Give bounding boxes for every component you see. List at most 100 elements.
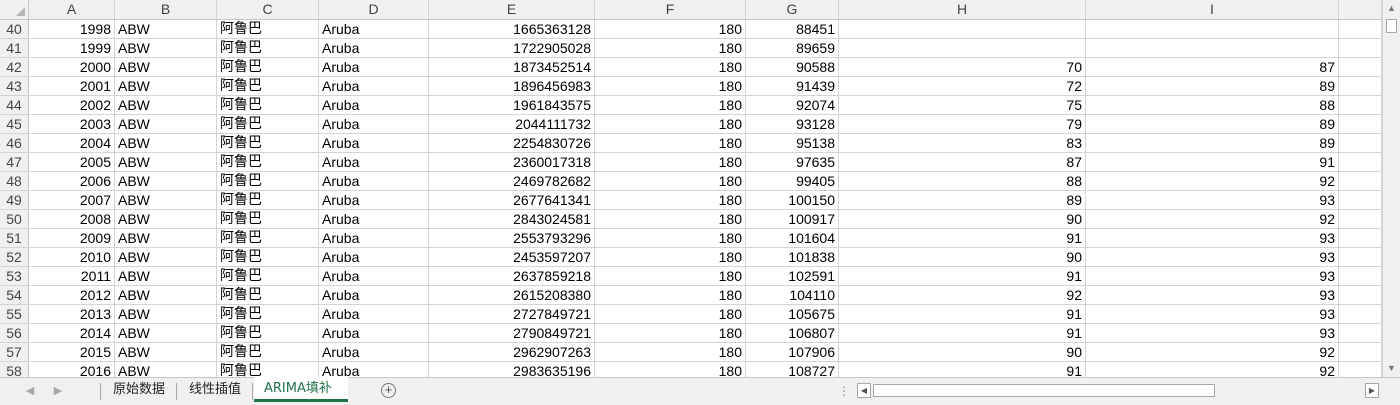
cell-f[interactable]: 180 xyxy=(595,343,746,362)
cell-j[interactable] xyxy=(1339,229,1382,248)
cell-g[interactable]: 101838 xyxy=(746,248,839,267)
cell-g[interactable]: 90588 xyxy=(746,58,839,77)
cell-i[interactable]: 93 xyxy=(1086,191,1339,210)
cell-e[interactable]: 2254830726 xyxy=(429,134,595,153)
cell-c[interactable]: 阿鲁巴 xyxy=(217,248,319,267)
cell-c[interactable]: 阿鲁巴 xyxy=(217,229,319,248)
cell-j[interactable] xyxy=(1339,324,1382,343)
cell-d[interactable]: Aruba xyxy=(319,115,429,134)
cell-b[interactable]: ABW xyxy=(115,343,217,362)
cell-d[interactable]: Aruba xyxy=(319,305,429,324)
cell-d[interactable]: Aruba xyxy=(319,248,429,267)
cell-j[interactable] xyxy=(1339,248,1382,267)
cell-g[interactable]: 95138 xyxy=(746,134,839,153)
cell-h[interactable]: 91 xyxy=(839,267,1086,286)
cell-h[interactable] xyxy=(839,39,1086,58)
cell-e[interactable]: 2044111732 xyxy=(429,115,595,134)
cell-h[interactable]: 89 xyxy=(839,191,1086,210)
cell-e[interactable]: 2727849721 xyxy=(429,305,595,324)
cell-a[interactable]: 2009 xyxy=(29,229,115,248)
cell-c[interactable]: 阿鲁巴 xyxy=(217,286,319,305)
tab-linear-interpolation[interactable]: 线性插值 xyxy=(179,378,251,402)
cell-h[interactable]: 91 xyxy=(839,305,1086,324)
cell-f[interactable]: 180 xyxy=(595,305,746,324)
cell-d[interactable]: Aruba xyxy=(319,267,429,286)
column-header-e[interactable]: E xyxy=(429,0,595,19)
cell-j[interactable] xyxy=(1339,77,1382,96)
cell-g[interactable]: 105675 xyxy=(746,305,839,324)
cell-e[interactable]: 2962907263 xyxy=(429,343,595,362)
cell-a[interactable]: 2010 xyxy=(29,248,115,267)
cell-a[interactable]: 2012 xyxy=(29,286,115,305)
row-header[interactable]: 57 xyxy=(0,343,29,362)
row-header[interactable]: 58 xyxy=(0,362,29,377)
cell-b[interactable]: ABW xyxy=(115,172,217,191)
cell-h[interactable]: 72 xyxy=(839,77,1086,96)
row-header[interactable]: 49 xyxy=(0,191,29,210)
cell-i[interactable]: 92 xyxy=(1086,343,1339,362)
cell-f[interactable]: 180 xyxy=(595,248,746,267)
cell-f[interactable]: 180 xyxy=(595,153,746,172)
cell-a[interactable]: 1998 xyxy=(29,20,115,39)
cell-i[interactable]: 89 xyxy=(1086,115,1339,134)
cell-j[interactable] xyxy=(1339,305,1382,324)
cell-i[interactable]: 92 xyxy=(1086,362,1339,377)
cell-c[interactable]: 阿鲁巴 xyxy=(217,115,319,134)
cell-f[interactable]: 180 xyxy=(595,362,746,377)
cell-j[interactable] xyxy=(1339,58,1382,77)
cell-i[interactable] xyxy=(1086,39,1339,58)
cell-i[interactable]: 93 xyxy=(1086,267,1339,286)
cell-a[interactable]: 2015 xyxy=(29,343,115,362)
plus-circle-icon[interactable]: + xyxy=(381,383,396,398)
column-header-j[interactable] xyxy=(1339,0,1382,19)
cell-f[interactable]: 180 xyxy=(595,286,746,305)
cell-j[interactable] xyxy=(1339,134,1382,153)
cell-d[interactable]: Aruba xyxy=(319,153,429,172)
cell-a[interactable]: 2011 xyxy=(29,267,115,286)
cell-h[interactable]: 75 xyxy=(839,96,1086,115)
cell-i[interactable]: 91 xyxy=(1086,153,1339,172)
cell-h[interactable]: 88 xyxy=(839,172,1086,191)
vertical-scrollbar[interactable]: ▲ ▼ xyxy=(1382,0,1400,377)
cell-c[interactable]: 阿鲁巴 xyxy=(217,172,319,191)
vertical-scroll-thumb[interactable] xyxy=(1386,19,1397,33)
cell-b[interactable]: ABW xyxy=(115,115,217,134)
cell-e[interactable]: 2453597207 xyxy=(429,248,595,267)
cell-e[interactable]: 1665363128 xyxy=(429,20,595,39)
tab-splitter-handle[interactable]: ⋮ xyxy=(838,383,850,399)
cell-j[interactable] xyxy=(1339,20,1382,39)
cell-d[interactable]: Aruba xyxy=(319,134,429,153)
cell-c[interactable]: 阿鲁巴 xyxy=(217,324,319,343)
cell-e[interactable]: 1873452514 xyxy=(429,58,595,77)
cell-h[interactable]: 90 xyxy=(839,210,1086,229)
cell-f[interactable]: 180 xyxy=(595,39,746,58)
cell-f[interactable]: 180 xyxy=(595,324,746,343)
row-header[interactable]: 43 xyxy=(0,77,29,96)
cell-j[interactable] xyxy=(1339,343,1382,362)
scroll-up-icon[interactable]: ▲ xyxy=(1383,0,1400,17)
cell-b[interactable]: ABW xyxy=(115,324,217,343)
cell-h[interactable]: 83 xyxy=(839,134,1086,153)
cell-i[interactable]: 93 xyxy=(1086,286,1339,305)
cell-a[interactable]: 2008 xyxy=(29,210,115,229)
scroll-right-icon[interactable]: ▶ xyxy=(1365,383,1379,398)
column-header-b[interactable]: B xyxy=(115,0,217,19)
cell-a[interactable]: 2000 xyxy=(29,58,115,77)
cell-i[interactable] xyxy=(1086,20,1339,39)
horizontal-scrollbar[interactable]: ◀ ▶ xyxy=(857,383,1379,400)
cell-i[interactable]: 93 xyxy=(1086,248,1339,267)
row-header[interactable]: 48 xyxy=(0,172,29,191)
cell-g[interactable]: 99405 xyxy=(746,172,839,191)
cell-g[interactable]: 91439 xyxy=(746,77,839,96)
cell-b[interactable]: ABW xyxy=(115,39,217,58)
cell-c[interactable]: 阿鲁巴 xyxy=(217,153,319,172)
chevron-right-icon[interactable]: ▶ xyxy=(50,383,66,399)
column-header-c[interactable]: C xyxy=(217,0,319,19)
cell-f[interactable]: 180 xyxy=(595,96,746,115)
row-header[interactable]: 46 xyxy=(0,134,29,153)
row-header[interactable]: 51 xyxy=(0,229,29,248)
cell-e[interactable]: 2615208380 xyxy=(429,286,595,305)
cell-h[interactable] xyxy=(839,20,1086,39)
cell-f[interactable]: 180 xyxy=(595,115,746,134)
cell-c[interactable]: 阿鲁巴 xyxy=(217,134,319,153)
